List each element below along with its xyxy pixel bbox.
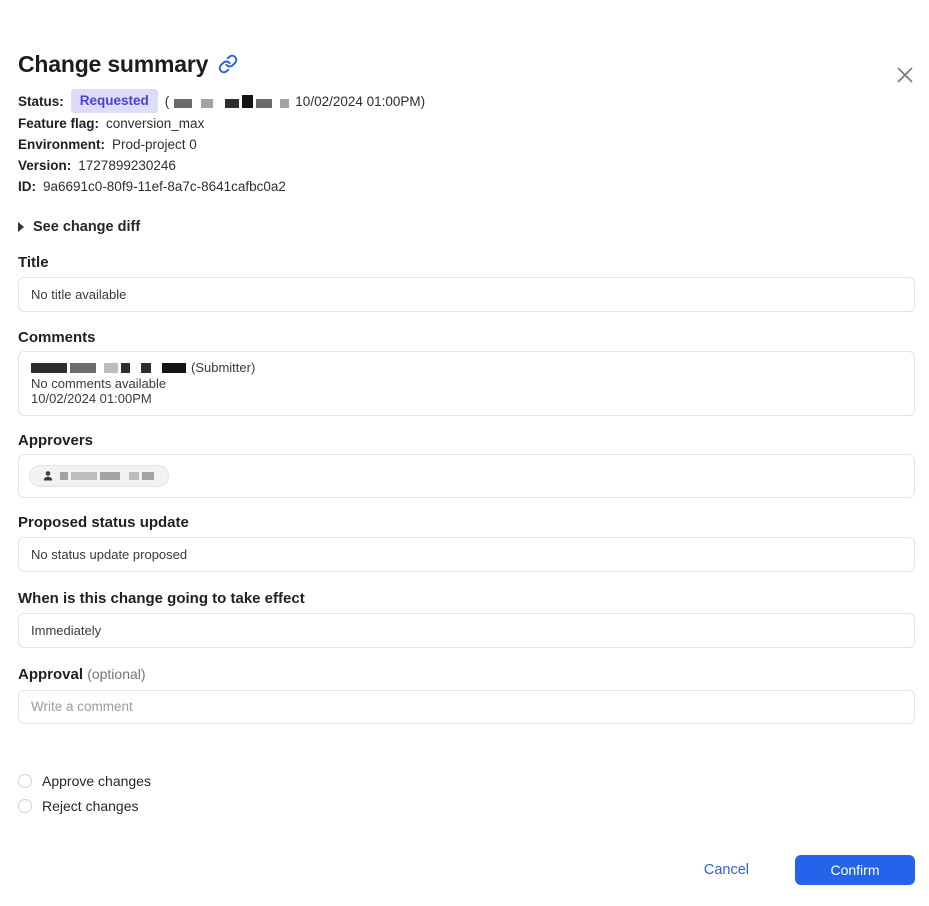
approval-comment-input[interactable] [18, 690, 915, 724]
comment-timestamp: 10/02/2024 01:00PM [31, 391, 902, 407]
comments-box: (Submitter) No comments available 10/02/… [18, 351, 915, 416]
id-line: ID: 9a6691c0-80f9-11ef-8a7c-8641cafbc0a2 [18, 176, 915, 197]
id-label: ID: [18, 176, 36, 197]
proposed-status-box: No status update proposed [18, 537, 915, 572]
id-value: 9a6691c0-80f9-11ef-8a7c-8641cafbc0a2 [43, 176, 286, 197]
reject-changes-row: Reject changes [18, 798, 915, 814]
comment-body: No comments available [31, 376, 902, 392]
approvers-section-heading: Approvers [18, 432, 915, 449]
title-value-box: No title available [18, 277, 915, 312]
comments-section-heading: Comments [18, 329, 915, 346]
modal-header: Change summary [18, 50, 915, 78]
disclosure-triangle-icon [18, 222, 24, 232]
environment-label: Environment: [18, 134, 105, 155]
reject-changes-radio[interactable] [18, 799, 32, 813]
approvers-box [18, 454, 915, 498]
decision-radio-group: Approve changes Reject changes [18, 773, 915, 814]
status-paren: ( [165, 91, 170, 112]
cancel-button[interactable]: Cancel [704, 862, 749, 878]
submitter-suffix: (Submitter) [191, 360, 255, 376]
approval-optional-label: (optional) [87, 666, 145, 682]
close-icon [893, 63, 917, 87]
approval-heading: Approval (optional) [18, 666, 915, 683]
version-value: 1727899230246 [78, 155, 176, 176]
feature-flag-value: conversion_max [106, 113, 204, 134]
status-date: 10/02/2024 01:00PM) [295, 91, 425, 112]
feature-flag-line: Feature flag: conversion_max [18, 113, 915, 134]
title-value: No title available [31, 287, 126, 302]
version-line: Version: 1727899230246 [18, 155, 915, 176]
approve-changes-radio[interactable] [18, 774, 32, 788]
effect-box: Immediately [18, 613, 915, 648]
redacted-requester-name [174, 95, 289, 108]
link-icon [218, 54, 238, 74]
page-title: Change summary [18, 50, 208, 78]
proposed-status-value: No status update proposed [31, 547, 187, 562]
version-label: Version: [18, 155, 71, 176]
environment-value: Prod-project 0 [112, 134, 197, 155]
effect-heading: When is this change going to take effect [18, 590, 915, 607]
proposed-status-heading: Proposed status update [18, 514, 915, 531]
effect-value: Immediately [31, 623, 101, 638]
title-section-heading: Title [18, 254, 915, 271]
approver-chip [29, 465, 169, 487]
approve-changes-label[interactable]: Approve changes [42, 773, 151, 789]
approval-heading-label: Approval [18, 666, 83, 683]
see-change-diff-label: See change diff [33, 219, 140, 235]
status-label: Status: [18, 91, 64, 112]
change-summary-modal: Change summary Status: Requested ( 10/02… [0, 50, 929, 906]
modal-footer: Cancel Confirm [18, 855, 915, 885]
confirm-button[interactable]: Confirm [795, 855, 915, 885]
see-change-diff-toggle[interactable]: See change diff [18, 218, 915, 235]
feature-flag-label: Feature flag: [18, 113, 99, 134]
environment-line: Environment: Prod-project 0 [18, 134, 915, 155]
status-line: Status: Requested ( 10/02/2024 01:00PM) [18, 89, 915, 113]
reject-changes-label[interactable]: Reject changes [42, 798, 139, 814]
submitter-line: (Submitter) [31, 360, 902, 376]
approve-changes-row: Approve changes [18, 773, 915, 789]
redacted-submitter-name [31, 363, 186, 373]
metadata-list: Status: Requested ( 10/02/2024 01:00PM) … [18, 89, 915, 197]
close-button[interactable] [892, 62, 918, 88]
person-icon [42, 470, 54, 482]
copy-link-button[interactable] [218, 54, 238, 74]
status-badge: Requested [71, 89, 158, 113]
redacted-approver-name [60, 472, 154, 480]
